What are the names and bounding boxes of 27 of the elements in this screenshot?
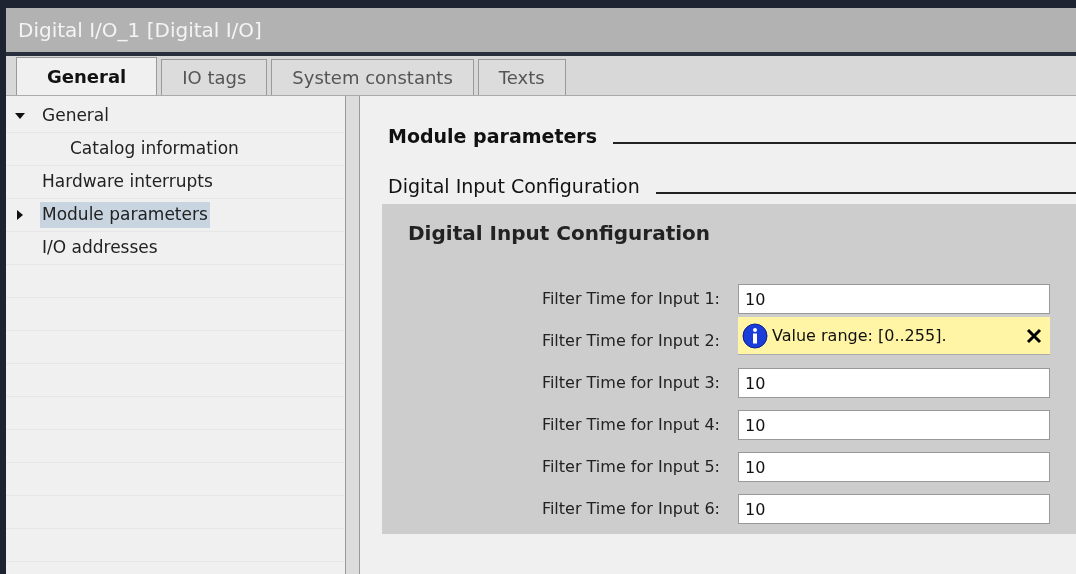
tab[interactable]: Texts: [477, 59, 566, 95]
subsection-heading: Digital Input Configuration: [388, 173, 640, 199]
input-field[interactable]: 10: [738, 284, 1050, 314]
panel-title: Digital Input Configuration: [408, 220, 712, 247]
input-field[interactable]: 10: [738, 494, 1050, 524]
section-heading: Module parameters: [388, 123, 598, 149]
tab[interactable]: System constants: [271, 59, 474, 95]
input-field[interactable]: 10: [738, 410, 1050, 440]
tree-item[interactable]: Catalog information: [68, 136, 241, 162]
input-field[interactable]: 10: [738, 452, 1050, 482]
tooltip-text: Value range: [0..255].: [772, 324, 947, 347]
tab[interactable]: General: [16, 57, 158, 95]
field-label: Filter Time for Input 3:: [540, 372, 721, 394]
tree-item[interactable]: General: [40, 103, 111, 129]
tree-item[interactable]: Module parameters: [40, 202, 210, 228]
field-label: Filter Time for Input 1:: [540, 288, 721, 310]
close-icon[interactable]: [1026, 327, 1042, 344]
info-icon: [742, 322, 768, 349]
field-label: Filter Time for Input 5:: [540, 456, 721, 478]
tree-item[interactable]: I/O addresses: [40, 235, 160, 261]
field-label: Filter Time for Input 2:: [540, 330, 721, 352]
tree-item[interactable]: Hardware interrupts: [40, 169, 215, 195]
field-label: Filter Time for Input 4:: [540, 414, 721, 436]
input-field[interactable]: 10: [738, 368, 1050, 398]
tab[interactable]: IO tags: [161, 59, 268, 95]
window-title: Digital I/O_1 [Digital I/O]: [18, 17, 262, 44]
field-label: Filter Time for Input 6:: [540, 498, 721, 520]
